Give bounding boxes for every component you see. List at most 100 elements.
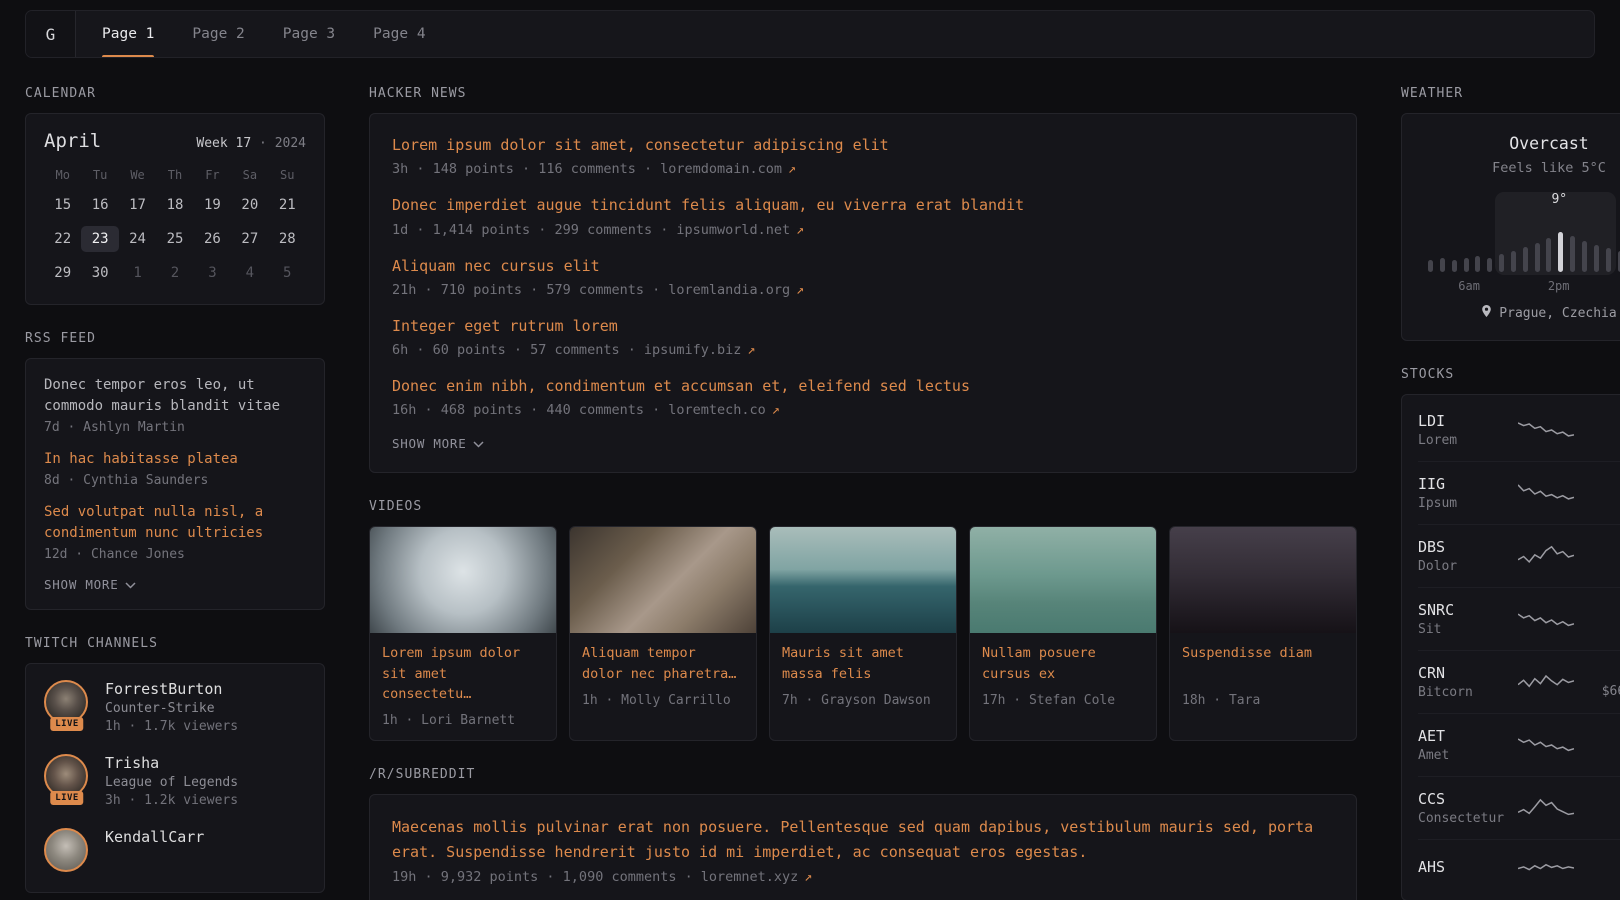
stock-symbol: IIG [1418, 475, 1510, 493]
stock-change: +1.42% [1582, 539, 1620, 555]
rss-widget: RSS FEED Donec tempor eros leo, ut commo… [25, 331, 325, 610]
twitch-avatar-wrap [44, 828, 90, 872]
twitch-widget: TWITCH CHANNELS LIVE ForrestBurton Count… [25, 636, 325, 893]
hn-item-domain: ipsumify.biz [644, 342, 742, 358]
video-thumbnail [570, 527, 756, 633]
twitch-channel-game: Counter-Strike [105, 701, 238, 716]
hn-item-link[interactable]: Donec enim nibh, condimentum et accumsan… [392, 375, 1334, 398]
stock-spark-wrap [1510, 415, 1582, 445]
weather-bar [1570, 236, 1575, 272]
weather-chart: 9° 6am 2pm 10pm [1420, 192, 1620, 292]
subreddit-card: Maecenas mollis pulvinar erat non posuer… [369, 794, 1357, 900]
stock-values: +2.84% $42.04 [1582, 476, 1620, 510]
stock-name: Amet [1418, 748, 1510, 763]
video-title-link[interactable]: Aliquam tempor dolor nec pharetra… [582, 643, 744, 684]
hn-item-stats: 21h · 710 points · 579 comments · [392, 282, 660, 298]
calendar-day: 16 [81, 192, 118, 218]
hn-show-more-button[interactable]: SHOW MORE [392, 436, 484, 451]
stock-spark-wrap [1510, 541, 1582, 571]
tab-page-1[interactable]: Page 1 [102, 11, 154, 57]
calendar-day: 15 [44, 192, 81, 218]
calendar-day: 29 [44, 260, 81, 286]
stock-row[interactable]: LDI Lorem +4.35% $795.18 [1418, 399, 1620, 461]
hn-item-link[interactable]: Aliquam nec cursus elit [392, 255, 1334, 278]
twitch-avatar-wrap: LIVE [44, 754, 90, 798]
video-body: Nullam posuere cursus ex 17h · Stefan Co… [970, 633, 1156, 720]
hn-item-link[interactable]: Integer eget rutrum lorem [392, 315, 1334, 338]
stock-price: $795.18 [1582, 432, 1620, 447]
video-title-link[interactable]: Suspendisse diam [1182, 643, 1344, 684]
calendar-day: 20 [231, 192, 268, 218]
stock-change: +0.51% [1582, 791, 1620, 807]
stock-sparkline [1518, 793, 1574, 823]
app-logo[interactable]: G [26, 11, 76, 57]
video-meta: 17h · Stefan Cole [982, 693, 1144, 708]
video-card[interactable]: Nullam posuere cursus ex 17h · Stefan Co… [969, 526, 1157, 741]
stock-row[interactable]: DBS Dolor +1.42% $156.28 [1418, 524, 1620, 587]
stock-symbol: CCS [1418, 790, 1510, 808]
stock-row[interactable]: SNRC Sit +1.36% $148.64 [1418, 587, 1620, 650]
rss-item-link[interactable]: In hac habitasse platea [44, 449, 306, 470]
hacker-news-section-title: HACKER NEWS [369, 86, 1357, 101]
stock-row[interactable]: IIG Ipsum +2.84% $42.04 [1418, 461, 1620, 524]
hn-item-link[interactable]: Lorem ipsum dolor sit amet, consectetur … [392, 134, 1334, 157]
hn-item-domain-link[interactable]: loremtech.co↗ [668, 402, 780, 418]
calendar-month: April [44, 130, 101, 152]
calendar-card: April Week 17 · 2024 MoTuWeThFrSaSu15161… [25, 113, 325, 305]
subreddit-widget: /R/SUBREDDIT Maecenas mollis pulvinar er… [369, 767, 1357, 900]
weather-time-label: 2pm [1548, 279, 1570, 293]
twitch-channel-row[interactable]: LIVE ForrestBurton Counter-Strike 1h · 1… [44, 680, 306, 734]
twitch-channel-meta: 1h · 1.7k viewers [105, 719, 238, 734]
video-thumbnail [970, 527, 1156, 633]
external-link-icon: ↗ [788, 161, 796, 177]
weather-bar [1511, 251, 1516, 272]
twitch-avatar-wrap: LIVE [44, 680, 90, 724]
video-card[interactable]: Aliquam tempor dolor nec pharetra… 1h · … [569, 526, 757, 741]
tab-page-3[interactable]: Page 3 [283, 11, 335, 57]
rss-item-link[interactable]: Donec tempor eros leo, ut commodo mauris… [44, 375, 306, 417]
video-card[interactable]: Mauris sit amet massa felis 7h · Grayson… [769, 526, 957, 741]
tab-page-2[interactable]: Page 2 [192, 11, 244, 57]
stock-symbol: LDI [1418, 412, 1510, 430]
weather-bar [1464, 258, 1469, 272]
video-card[interactable]: Lorem ipsum dolor sit amet consectetu… 1… [369, 526, 557, 741]
subreddit-section-title: /R/SUBREDDIT [369, 767, 1357, 782]
stock-sparkline [1518, 730, 1574, 760]
twitch-channel-row[interactable]: KendallCarr [44, 828, 306, 872]
hn-item-meta: 3h · 148 points · 116 comments · loremdom… [392, 161, 1334, 177]
tab-page-4[interactable]: Page 4 [373, 11, 425, 57]
video-body: Aliquam tempor dolor nec pharetra… 1h · … [570, 633, 756, 720]
calendar-day: 23 [81, 226, 118, 252]
stock-row[interactable]: AHS +0.46% [1418, 839, 1620, 896]
video-card[interactable]: Suspendisse diam 18h · Tara [1169, 526, 1357, 741]
video-title-link[interactable]: Nullam posuere cursus ex [982, 643, 1144, 684]
live-badge: LIVE [50, 717, 83, 731]
hn-item-domain-link[interactable]: ipsumworld.net↗ [676, 222, 804, 238]
weather-section-title: WEATHER [1401, 86, 1620, 101]
calendar-dow: Tu [81, 168, 118, 184]
stock-row[interactable]: AET Amet +0.92% $499.72 [1418, 713, 1620, 776]
twitch-channel-row[interactable]: LIVE Trisha League of Legends 3h · 1.2k … [44, 754, 306, 808]
subreddit-post-link[interactable]: Maecenas mollis pulvinar erat non posuer… [392, 815, 1334, 865]
rss-item-link[interactable]: Sed volutpat nulla nisl, a condimentum n… [44, 502, 306, 544]
rss-item: Sed volutpat nulla nisl, a condimentum n… [44, 502, 306, 562]
weather-location: Prague, Czechia [1420, 304, 1620, 322]
hn-item-domain-link[interactable]: loremlandia.org↗ [668, 282, 804, 298]
calendar-day: 19 [194, 192, 231, 218]
hn-item-domain-link[interactable]: loremdomain.com↗ [660, 161, 796, 177]
hn-item-stats: 3h · 148 points · 116 comments · [392, 161, 652, 177]
video-title-link[interactable]: Mauris sit amet massa felis [782, 643, 944, 684]
hn-item-domain-link[interactable]: ipsumify.biz↗ [644, 342, 756, 358]
stock-row[interactable]: CCS Consectetur +0.51% $165.84 [1418, 776, 1620, 839]
middle-column: HACKER NEWS Lorem ipsum dolor sit amet, … [369, 86, 1357, 900]
stock-row[interactable]: CRN Bitcorn -1.00% $66,171.48 [1418, 650, 1620, 713]
subreddit-domain-link[interactable]: loremnet.xyz↗ [701, 869, 813, 885]
hn-item: Aliquam nec cursus elit 21h · 710 points… [392, 255, 1334, 298]
hn-item-link[interactable]: Donec imperdiet augue tincidunt felis al… [392, 194, 1334, 217]
rss-show-more-button[interactable]: SHOW MORE [44, 577, 136, 592]
video-title-link[interactable]: Lorem ipsum dolor sit amet consectetu… [382, 643, 544, 704]
stock-spark-wrap [1510, 853, 1582, 883]
stock-values: +0.92% $499.72 [1582, 728, 1620, 762]
page-tabs: Page 1 Page 2 Page 3 Page 4 [102, 11, 426, 57]
stock-symbol: AET [1418, 727, 1510, 745]
